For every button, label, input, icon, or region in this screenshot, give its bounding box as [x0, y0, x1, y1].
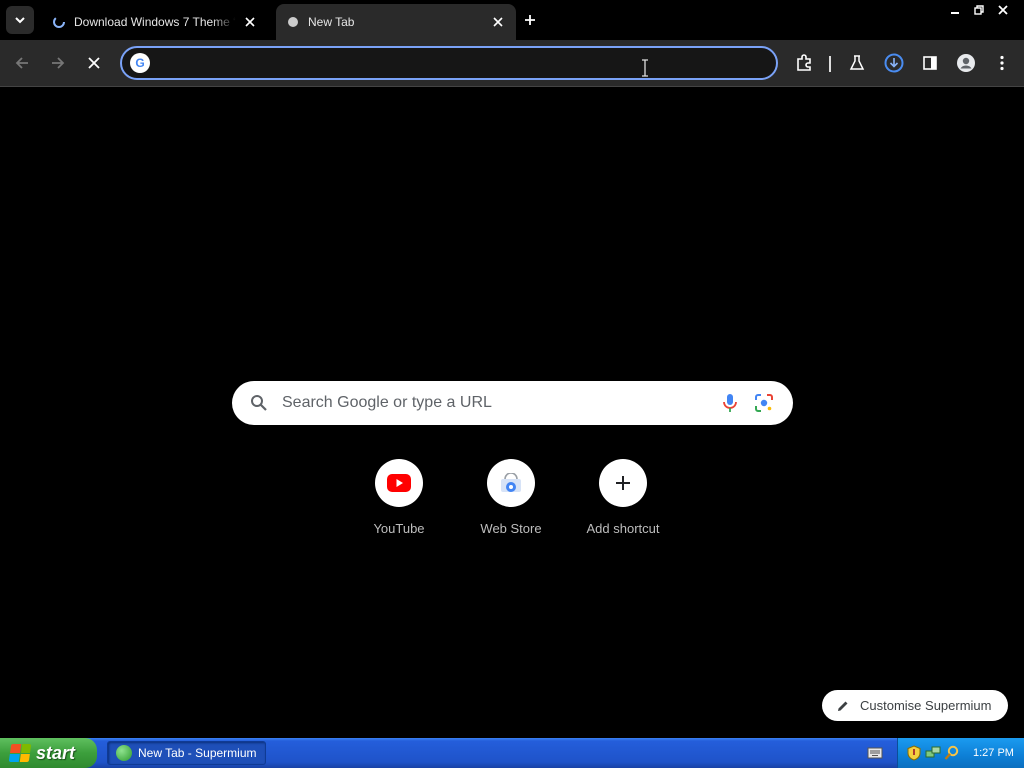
voice-search-button[interactable] — [719, 392, 741, 414]
extensions-button[interactable] — [790, 49, 818, 77]
download-icon — [884, 53, 904, 73]
start-label: start — [36, 742, 76, 763]
customise-label: Customise Supermium — [860, 698, 992, 713]
address-bar[interactable]: G — [120, 46, 778, 80]
plus-icon — [616, 476, 630, 490]
close-icon — [88, 57, 100, 69]
keyboard-icon[interactable] — [867, 746, 883, 760]
shortcuts-grid: YouTube Web Store Add shortcut — [355, 459, 667, 536]
tab-new-tab[interactable]: New Tab — [276, 4, 516, 40]
google-icon: G — [130, 53, 150, 73]
toolbar: G — [0, 40, 1024, 87]
ntp-search-box[interactable]: Search Google or type a URL — [232, 381, 793, 425]
new-tab-button[interactable] — [518, 8, 542, 32]
clock: 1:27 PM — [973, 747, 1014, 759]
text-cursor-icon — [642, 59, 648, 77]
microphone-icon — [723, 394, 737, 412]
tab-title: New Tab — [308, 15, 355, 29]
shortcut-add[interactable]: Add shortcut — [579, 459, 667, 536]
close-tab-icon[interactable] — [242, 14, 258, 30]
start-button[interactable]: start — [0, 738, 97, 768]
tab-title: Download Windows 7 Theme “Seve — [74, 15, 236, 29]
forward-button[interactable] — [44, 49, 72, 77]
arrow-left-icon — [15, 57, 28, 69]
camera-lens-icon — [755, 394, 773, 412]
tab-windows-theme[interactable]: Download Windows 7 Theme “Seve — [42, 4, 268, 40]
shortcut-label: Web Store — [480, 521, 542, 536]
network-icon[interactable] — [925, 745, 941, 761]
restore-icon — [974, 5, 984, 15]
windows-logo-icon — [8, 744, 32, 762]
shortcut-label: YouTube — [373, 521, 425, 536]
new-tab-favicon-icon — [286, 15, 300, 29]
security-shield-icon[interactable] — [906, 745, 922, 761]
toolbar-separator — [829, 56, 831, 72]
pencil-icon — [836, 699, 850, 713]
customise-button[interactable]: Customise Supermium — [822, 690, 1008, 721]
flask-icon — [849, 55, 865, 70]
shortcut-youtube[interactable]: YouTube — [355, 459, 443, 536]
address-input[interactable] — [150, 48, 776, 78]
taskbar: start New Tab - Supermium 1:27 PM — [0, 738, 1024, 768]
shortcut-tile — [375, 459, 423, 507]
shortcut-web-store[interactable]: Web Store — [467, 459, 555, 536]
side-panel-icon — [923, 56, 937, 70]
stop-button[interactable] — [80, 49, 108, 77]
taskbar-item-supermium[interactable]: New Tab - Supermium — [107, 741, 266, 765]
chevron-down-icon — [15, 17, 25, 24]
shortcut-tile — [599, 459, 647, 507]
avatar-icon — [957, 54, 975, 72]
close-icon — [998, 5, 1008, 15]
menu-button[interactable] — [988, 49, 1016, 77]
tab-search-button[interactable] — [6, 6, 34, 34]
supermium-icon — [116, 745, 132, 761]
more-vert-icon — [1000, 55, 1004, 71]
lens-search-button[interactable] — [753, 392, 775, 414]
close-tab-icon[interactable] — [490, 14, 506, 30]
profile-button[interactable] — [952, 49, 980, 77]
back-button[interactable] — [8, 49, 36, 77]
search-icon — [251, 395, 267, 411]
taskbar-item-label: New Tab - Supermium — [138, 746, 257, 760]
close-window-button[interactable] — [992, 2, 1014, 18]
plus-icon — [525, 15, 535, 25]
shortcut-tile — [487, 459, 535, 507]
tab-strip: Download Windows 7 Theme “Seve New Tab — [0, 0, 1024, 40]
youtube-icon — [387, 474, 411, 492]
shortcut-label: Add shortcut — [586, 521, 660, 536]
spinner-favicon-icon — [52, 15, 66, 29]
web-store-icon — [501, 473, 521, 492]
browser-window: Download Windows 7 Theme “Seve New Tab — [0, 0, 1024, 768]
side-panel-button[interactable] — [916, 49, 944, 77]
download-button[interactable] — [880, 49, 908, 77]
puzzle-icon — [797, 54, 811, 71]
restore-button[interactable] — [968, 2, 990, 18]
system-tray: 1:27 PM — [897, 738, 1024, 768]
search-icon[interactable] — [944, 745, 960, 761]
window-controls — [944, 2, 1014, 18]
minimize-icon — [951, 12, 959, 14]
arrow-right-icon — [52, 57, 65, 69]
ntp-search-placeholder: Search Google or type a URL — [282, 394, 492, 411]
minimize-button[interactable] — [944, 2, 966, 18]
labs-button[interactable] — [843, 49, 871, 77]
